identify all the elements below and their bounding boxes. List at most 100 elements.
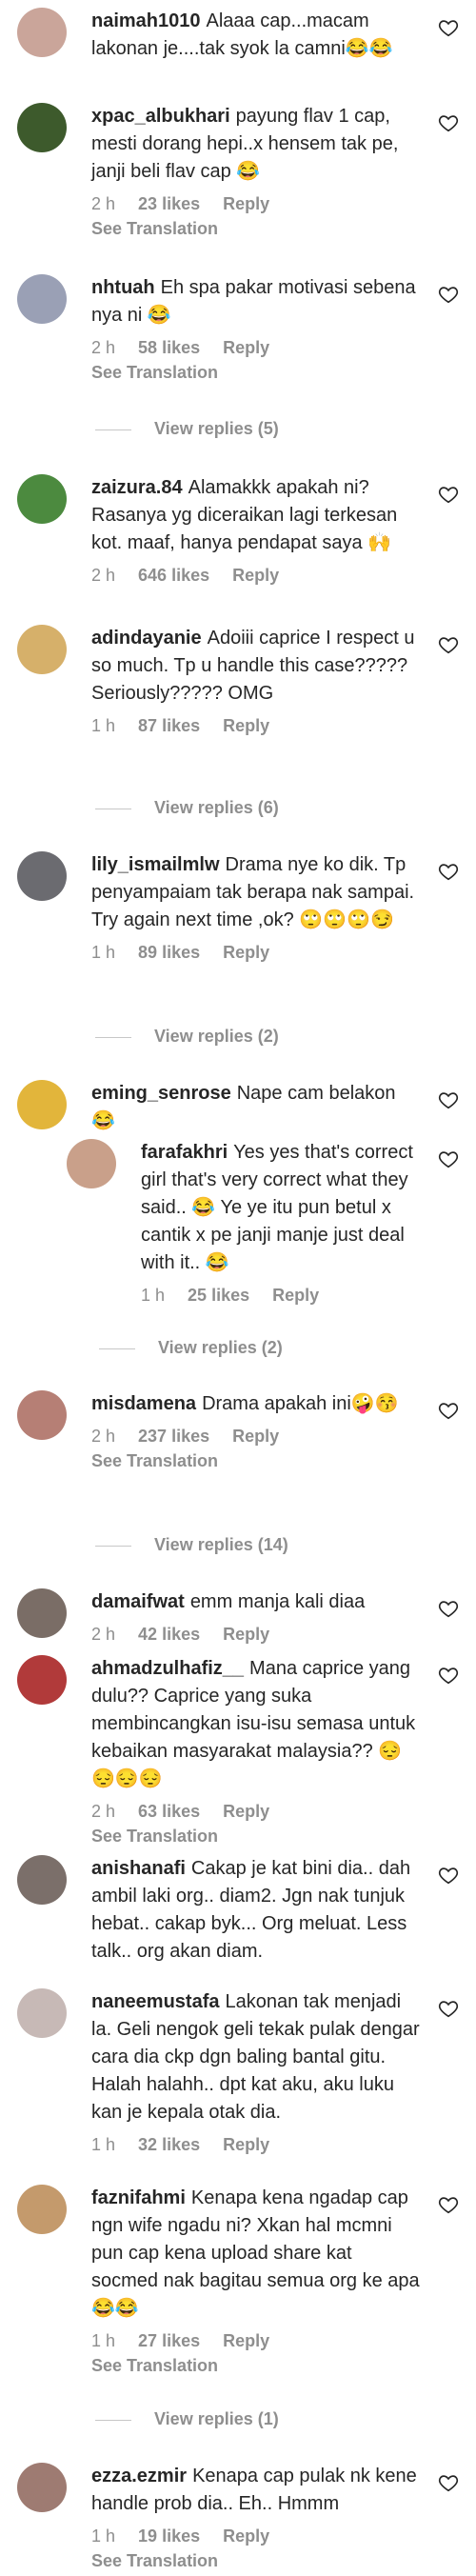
username[interactable]: adindayanie xyxy=(91,628,202,649)
heart-icon[interactable] xyxy=(438,1665,459,1686)
heart-icon[interactable] xyxy=(438,1089,459,1110)
avatar[interactable] xyxy=(17,1855,67,1905)
likes-count[interactable]: 87 likes xyxy=(138,716,200,735)
heart-icon[interactable] xyxy=(438,634,459,655)
avatar[interactable] xyxy=(17,1390,67,1440)
likes-count[interactable]: 19 likes xyxy=(138,2526,200,2546)
avatar[interactable] xyxy=(17,851,67,901)
avatar[interactable] xyxy=(17,274,67,324)
avatar[interactable] xyxy=(17,1080,67,1129)
comment-meta: 2 h 646 likes Reply xyxy=(91,565,421,586)
timestamp: 1 h xyxy=(91,943,116,962)
view-replies-link[interactable]: View replies (14) xyxy=(95,1533,288,1556)
comment-meta: 1 h 89 likes Reply xyxy=(91,942,421,963)
comment-body: lily_ismailmlw Drama nye ko dik. Tp penya… xyxy=(91,851,421,963)
reply-button[interactable]: Reply xyxy=(223,2526,269,2546)
divider xyxy=(95,2419,131,2421)
reply-button[interactable]: Reply xyxy=(223,1802,269,1821)
avatar[interactable] xyxy=(17,103,67,152)
heart-icon[interactable] xyxy=(438,112,459,133)
comment-body: eming_senrose Nape cam belakon 😂 xyxy=(91,1080,421,1135)
username[interactable]: damaifwat xyxy=(91,1591,185,1612)
heart-icon[interactable] xyxy=(438,17,459,38)
username[interactable]: eming_senrose xyxy=(91,1083,231,1104)
heart-icon[interactable] xyxy=(438,2472,459,2493)
username[interactable]: lily_ismailmlw xyxy=(91,854,220,875)
likes-count[interactable]: 58 likes xyxy=(138,338,200,357)
see-translation-link[interactable]: See Translation xyxy=(91,1826,421,1847)
reply-button[interactable]: Reply xyxy=(223,1625,269,1644)
comments-feed: naimah1010 Alaaa cap...macam lakonan je..… xyxy=(0,0,476,2576)
see-translation-link[interactable]: See Translation xyxy=(91,2355,421,2376)
likes-count[interactable]: 25 likes xyxy=(188,1286,249,1305)
see-translation-link[interactable]: See Translation xyxy=(91,218,421,239)
see-translation-link[interactable]: See Translation xyxy=(91,2550,421,2571)
heart-icon[interactable] xyxy=(438,284,459,305)
view-replies-link[interactable]: View replies (1) xyxy=(95,2407,279,2430)
avatar[interactable] xyxy=(17,474,67,524)
view-replies-link[interactable]: View replies (6) xyxy=(95,796,279,819)
timestamp: 2 h xyxy=(91,1802,116,1821)
username[interactable]: naimah1010 xyxy=(91,10,201,31)
likes-count[interactable]: 23 likes xyxy=(138,194,200,213)
reply-button[interactable]: Reply xyxy=(223,338,269,357)
avatar[interactable] xyxy=(17,8,67,57)
see-translation-link[interactable]: See Translation xyxy=(91,362,421,383)
avatar[interactable] xyxy=(17,2185,67,2234)
avatar[interactable] xyxy=(17,1588,67,1638)
username[interactable]: naneemustafa xyxy=(91,1991,220,2012)
reply-button[interactable]: Reply xyxy=(223,716,269,735)
heart-icon[interactable] xyxy=(438,1998,459,2019)
likes-count[interactable]: 237 likes xyxy=(138,1427,209,1446)
reply-button[interactable]: Reply xyxy=(232,1427,279,1446)
reply-button[interactable]: Reply xyxy=(232,566,279,585)
likes-count[interactable]: 89 likes xyxy=(138,943,200,962)
avatar[interactable] xyxy=(17,2463,67,2512)
view-replies-link[interactable]: View replies (2) xyxy=(95,1025,279,1048)
heart-icon[interactable] xyxy=(438,484,459,505)
heart-icon[interactable] xyxy=(438,2194,459,2215)
reply-button[interactable]: Reply xyxy=(223,943,269,962)
timestamp: 2 h xyxy=(91,194,116,213)
comment-body: xpac_albukhari payung flav 1 cap, mesti d… xyxy=(91,103,421,239)
likes-count[interactable]: 42 likes xyxy=(138,1625,200,1644)
heart-icon[interactable] xyxy=(438,1865,459,1886)
likes-count[interactable]: 63 likes xyxy=(138,1802,200,1821)
likes-count[interactable]: 27 likes xyxy=(138,2331,200,2350)
reply-button[interactable]: Reply xyxy=(272,1286,319,1305)
username[interactable]: anishanafi xyxy=(91,1858,186,1879)
likes-count[interactable]: 32 likes xyxy=(138,2135,200,2154)
comment-meta: 1 h 19 likes Reply xyxy=(91,2526,421,2546)
comment-meta: 2 h 42 likes Reply xyxy=(91,1624,421,1645)
heart-icon[interactable] xyxy=(438,861,459,882)
username[interactable]: ahmadzulhafiz__ xyxy=(91,1658,244,1679)
divider xyxy=(95,1545,131,1547)
username[interactable]: farafakhri xyxy=(141,1142,228,1163)
reply-button[interactable]: Reply xyxy=(223,2331,269,2350)
heart-icon[interactable] xyxy=(438,1598,459,1619)
reply-button[interactable]: Reply xyxy=(223,2135,269,2154)
timestamp: 2 h xyxy=(91,1427,116,1446)
avatar[interactable] xyxy=(17,625,67,674)
username[interactable]: ezza.ezmir xyxy=(91,2466,187,2486)
timestamp: 1 h xyxy=(91,2331,116,2350)
comment-body: ezza.ezmir Kenapa cap pulak nk kene handl… xyxy=(91,2463,421,2571)
heart-icon[interactable] xyxy=(438,1148,459,1169)
heart-icon[interactable] xyxy=(438,1400,459,1421)
reply-button[interactable]: Reply xyxy=(223,194,269,213)
likes-count[interactable]: 646 likes xyxy=(138,566,209,585)
see-translation-link[interactable]: See Translation xyxy=(91,1450,421,1471)
comment-meta: 1 h 32 likes Reply xyxy=(91,2134,421,2155)
avatar[interactable] xyxy=(17,1655,67,1705)
view-replies-link[interactable]: View replies (5) xyxy=(95,417,279,440)
username[interactable]: xpac_albukhari xyxy=(91,106,230,127)
avatar[interactable] xyxy=(17,1988,67,2038)
username[interactable]: nhtuah xyxy=(91,277,155,298)
username[interactable]: misdamena xyxy=(91,1393,196,1414)
username[interactable]: zaizura.84 xyxy=(91,477,183,498)
username[interactable]: faznifahmi xyxy=(91,2187,186,2208)
avatar[interactable] xyxy=(67,1139,116,1188)
comment-meta: 2 h 23 likes Reply xyxy=(91,193,421,214)
comment-body: faznifahmi Kenapa kena ngadap cap ngn wif… xyxy=(91,2185,421,2376)
view-replies-link[interactable]: View replies (2) xyxy=(99,1336,283,1359)
